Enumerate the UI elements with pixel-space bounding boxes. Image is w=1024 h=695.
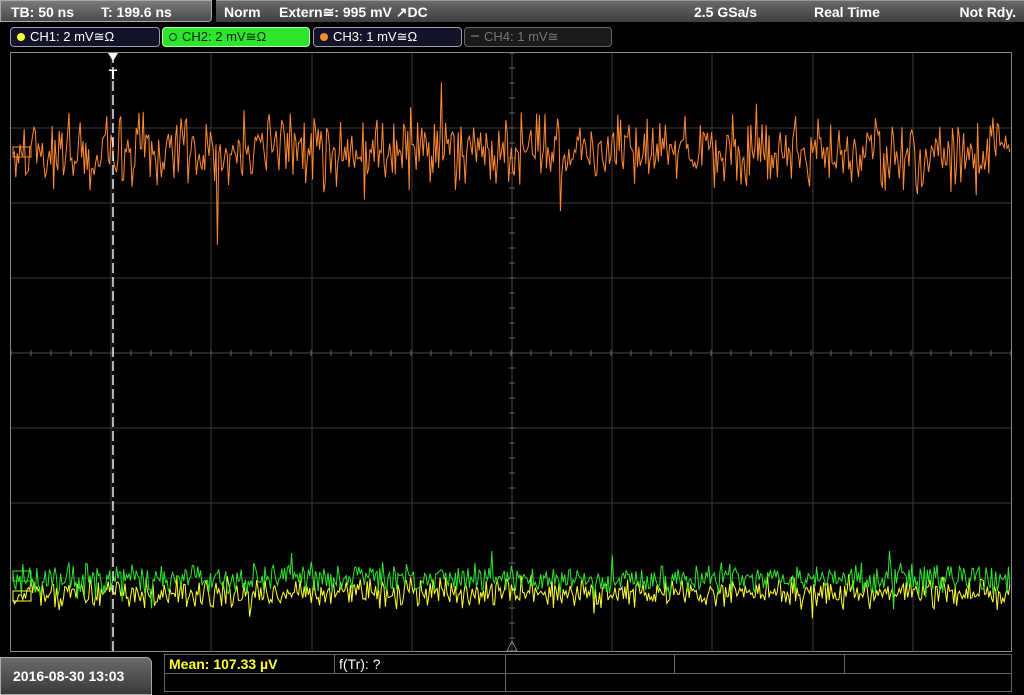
trigger-position-value: T: 199.6 ns (101, 4, 172, 20)
tab-ch3[interactable]: CH3: 1 mV≅Ω (313, 27, 462, 47)
ch3-waveform (12, 82, 1011, 245)
acquisition-state: Not Rdy. (959, 4, 1016, 20)
ch1-color-icon (17, 33, 25, 41)
tab-ch4[interactable]: CH4: 1 mV≅ (464, 27, 612, 47)
ch2-waveform (12, 550, 1011, 610)
ch3-label: CH3: 1 mV≅Ω (333, 29, 418, 44)
tab-ch2[interactable]: CH2: 2 mV≅Ω (162, 27, 310, 47)
ch4-label: CH4: 1 mV≅ (484, 29, 559, 44)
trigger-status-bar[interactable]: Norm Extern≅: 995 mV ↗DC 2.5 GSa/s Real … (216, 0, 1024, 22)
ch1-label: CH1: 2 mV≅Ω (30, 29, 115, 44)
measurement-slot-5[interactable] (845, 655, 1011, 673)
measurement-panel[interactable]: Mean: 107.33 µV f(Tr): ? (164, 654, 1012, 692)
measurement-mean[interactable]: Mean: 107.33 µV (165, 655, 335, 673)
acquisition-mode: Real Time (814, 4, 880, 20)
measurement-slot-6[interactable] (165, 673, 506, 691)
waveform-display[interactable]: T (10, 52, 1012, 652)
trigger-mode: Norm (224, 4, 261, 20)
timebase-value: TB: 50 ns (11, 4, 75, 20)
measurement-ftr[interactable]: f(Tr): ? (335, 655, 506, 673)
ch2-color-icon (169, 33, 177, 41)
trigger-marker-label: T (109, 66, 118, 82)
trigger-source: Extern≅: 995 mV ↗DC (279, 4, 428, 20)
measurement-slot-3[interactable] (506, 655, 675, 673)
ftr-value: f(Tr): ? (339, 656, 381, 672)
measurement-slot-7[interactable] (506, 673, 1011, 691)
waveform-canvas: T (11, 53, 1011, 651)
tab-ch1[interactable]: CH1: 2 mV≅Ω (10, 27, 160, 47)
date-time-display: 2016-08-30 13:03 (0, 657, 152, 695)
status-bar: TB: 50 ns T: 199.6 ns Norm Extern≅: 995 … (0, 0, 1024, 24)
graticule (11, 53, 1011, 651)
ch2-label: CH2: 2 mV≅Ω (182, 29, 267, 44)
ch3-color-icon (320, 33, 328, 41)
mean-value: Mean: 107.33 µV (169, 656, 278, 672)
measurement-slot-4[interactable] (675, 655, 845, 673)
sample-rate: 2.5 GSa/s (694, 4, 758, 20)
trigger-arrow-icon[interactable] (108, 53, 118, 61)
timebase-display[interactable]: TB: 50 ns T: 199.6 ns (0, 0, 212, 22)
ch4-off-icon (471, 35, 479, 37)
